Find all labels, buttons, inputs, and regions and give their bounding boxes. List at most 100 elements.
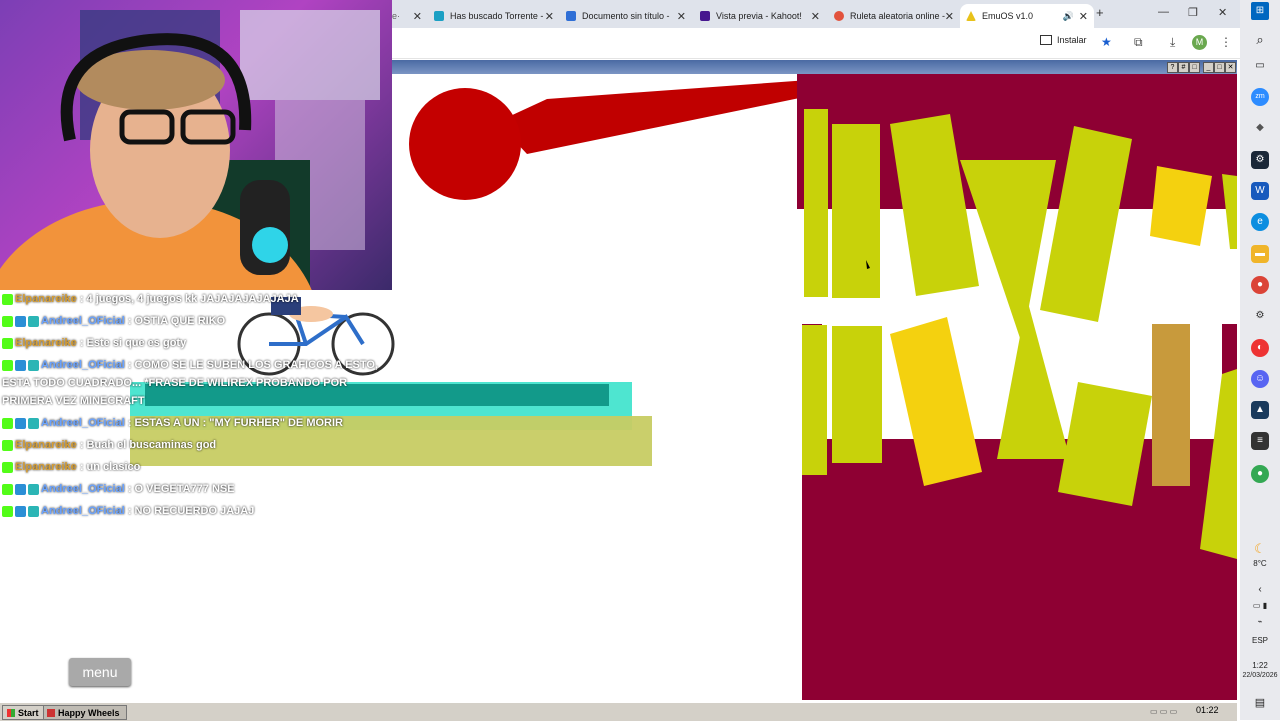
minimize-icon[interactable]: _ xyxy=(1203,62,1214,73)
more-menu-icon[interactable]: ⋮ xyxy=(1220,35,1232,49)
block xyxy=(802,325,827,475)
help-icon[interactable]: ? xyxy=(1167,62,1178,73)
tab-label: Vista previa - Kahoot! xyxy=(716,11,802,21)
app-icon[interactable]: ◆ xyxy=(1251,119,1269,137)
tab-label: Ruleta aleatoria online - xyxy=(850,11,946,21)
steam-icon[interactable]: ⚙ xyxy=(1251,151,1269,169)
chat-username[interactable]: Elpanareike xyxy=(15,439,77,451)
bookmark-star-icon[interactable]: ★ xyxy=(1101,35,1112,49)
word-icon[interactable]: W xyxy=(1251,182,1269,200)
taskbar-item-happy-wheels[interactable]: Happy Wheels xyxy=(43,705,127,720)
chat-text: : 4 juegos, 4 juegos kk JAJAJAJAJAJAJA xyxy=(79,293,299,305)
start-label: Start xyxy=(18,707,39,718)
network-icon[interactable]: ⌁ xyxy=(1240,617,1280,626)
kick-badge-icon xyxy=(2,417,13,429)
notification-icon[interactable]: ▤ xyxy=(1240,696,1280,709)
restore-icon[interactable]: ❐ xyxy=(1188,6,1198,19)
chat-username[interactable]: Elpanareike xyxy=(15,293,77,305)
chat-username[interactable]: Andreel_OFicial xyxy=(41,315,125,327)
temperature: 8°C xyxy=(1253,559,1267,568)
streamer-image xyxy=(0,10,380,290)
install-icon xyxy=(1040,35,1052,45)
emulator-titlebar xyxy=(390,60,1237,74)
tab-torrente[interactable]: Has buscado Torrente - ✕ xyxy=(430,4,560,28)
subscriber-badge-icon xyxy=(15,359,26,371)
file-explorer-icon[interactable]: ▬ xyxy=(1251,245,1269,263)
tab-documento[interactable]: Documento sin título - ✕ xyxy=(562,4,692,28)
app-icon[interactable]: ≡ xyxy=(1251,432,1269,450)
close-icon[interactable]: ✕ xyxy=(677,10,686,23)
task-view-icon[interactable]: ▭ xyxy=(1251,57,1269,75)
settings-icon[interactable]: # xyxy=(1178,62,1189,73)
install-button[interactable]: Instalar xyxy=(1040,35,1087,45)
install-label: Instalar xyxy=(1057,35,1087,45)
subscriber-badge-icon xyxy=(15,417,26,429)
chat-message: Andreel_OFicial : ESTAS A UN : "MY FURHE… xyxy=(2,417,343,429)
menu-button[interactable]: menu xyxy=(69,658,131,686)
minimize-icon[interactable]: — xyxy=(1158,6,1169,18)
chat-username[interactable]: Andreel_OFicial xyxy=(41,483,125,495)
close-icon[interactable]: ✕ xyxy=(545,10,554,23)
close-window-icon[interactable]: ✕ xyxy=(1218,6,1227,19)
profile-avatar[interactable]: M xyxy=(1192,35,1207,50)
tab-favicon xyxy=(434,11,444,21)
chat-message: Elpanareike : Buah el buscaminas god xyxy=(2,439,216,451)
chat-text: : NO RECUERDO JAJAJ xyxy=(127,505,255,517)
system-date[interactable]: 22/03/2026 xyxy=(1240,672,1280,679)
app-icon[interactable]: ◐ xyxy=(1251,339,1269,357)
tab-emuos[interactable]: EmuOS v1.0 🔊 ✕ xyxy=(960,4,1094,28)
chrome-active-icon[interactable]: ● xyxy=(1251,465,1269,483)
app-icon[interactable]: ▲ xyxy=(1251,401,1269,419)
search-icon[interactable]: ⌕ xyxy=(1251,31,1269,49)
subscriber-badge-icon xyxy=(15,505,26,517)
speaker-icon[interactable]: 🔊 xyxy=(1063,11,1074,22)
chevron-up-icon[interactable]: ‹ xyxy=(1240,584,1280,595)
close-icon[interactable]: ✕ xyxy=(811,10,820,23)
chat-username[interactable]: Andreel_OFicial xyxy=(41,505,125,517)
tray-icons[interactable]: ▭ ▮ xyxy=(1240,601,1280,610)
moderator-badge-icon xyxy=(28,483,39,495)
maximize-icon[interactable]: □ xyxy=(1214,62,1225,73)
emulator-taskbar: Start Happy Wheels ▭ ▭ ▭ 01:22 xyxy=(0,702,1237,721)
download-icon[interactable]: ⤓ xyxy=(1170,35,1175,50)
moderator-badge-icon xyxy=(28,417,39,429)
tab-ruleta[interactable]: Ruleta aleatoria online - ✕ xyxy=(830,4,960,28)
webcam-feed xyxy=(0,0,392,290)
extensions-icon[interactable]: ⧉ xyxy=(1134,35,1143,50)
system-time[interactable]: 1:22 xyxy=(1240,661,1280,670)
chat-message: Andreel_OFicial : OSTIA QUE RIKO xyxy=(2,315,225,327)
chat-username[interactable]: Andreel_OFicial xyxy=(41,417,125,429)
kick-badge-icon xyxy=(2,293,13,305)
tab-partial[interactable]: e· ✕ xyxy=(392,4,428,28)
chat-username[interactable]: Andreel_OFicial xyxy=(41,359,125,371)
close-icon[interactable]: ✕ xyxy=(945,10,954,23)
block xyxy=(804,109,828,297)
chat-username[interactable]: Elpanareike xyxy=(15,461,77,473)
discord-icon[interactable]: ☺ xyxy=(1251,370,1269,388)
chat-username[interactable]: Elpanareike xyxy=(15,337,77,349)
chat-text: : O VEGETA777 NSE xyxy=(127,483,235,495)
block xyxy=(832,124,880,298)
zoom-icon[interactable]: zm xyxy=(1251,88,1269,106)
tab-kahoot[interactable]: Vista previa - Kahoot! ✕ xyxy=(696,4,826,28)
red-ball xyxy=(409,88,521,200)
chat-message: Elpanareike : 4 juegos, 4 juegos kk JAJA… xyxy=(2,293,299,305)
close-icon[interactable]: ✕ xyxy=(1225,62,1236,73)
weather-moon-icon[interactable]: ☾ xyxy=(1251,540,1269,558)
chat-text-continued: ESTA TODO CUADRADO... *FRASE DE WILIREX … xyxy=(2,377,348,389)
edge-icon[interactable]: e xyxy=(1251,213,1269,231)
settings-icon[interactable]: ⚙ xyxy=(1251,307,1269,325)
task-label: Happy Wheels xyxy=(58,707,120,718)
close-icon[interactable]: ✕ xyxy=(413,10,422,23)
new-tab-button[interactable]: + xyxy=(1096,5,1104,20)
close-icon[interactable]: ✕ xyxy=(1079,10,1088,23)
windows-start-icon[interactable]: ⊞ xyxy=(1251,2,1269,20)
window-icon[interactable]: □ xyxy=(1189,62,1200,73)
chat-text-continued: PRIMERA VEZ MINECRAFT xyxy=(2,395,145,407)
block xyxy=(832,326,882,463)
start-button[interactable]: Start xyxy=(2,705,44,720)
moderator-badge-icon xyxy=(28,359,39,371)
chat-text: : un clasico xyxy=(79,461,141,473)
chrome-icon[interactable]: ● xyxy=(1251,276,1269,294)
language-indicator[interactable]: ESP xyxy=(1240,636,1280,645)
